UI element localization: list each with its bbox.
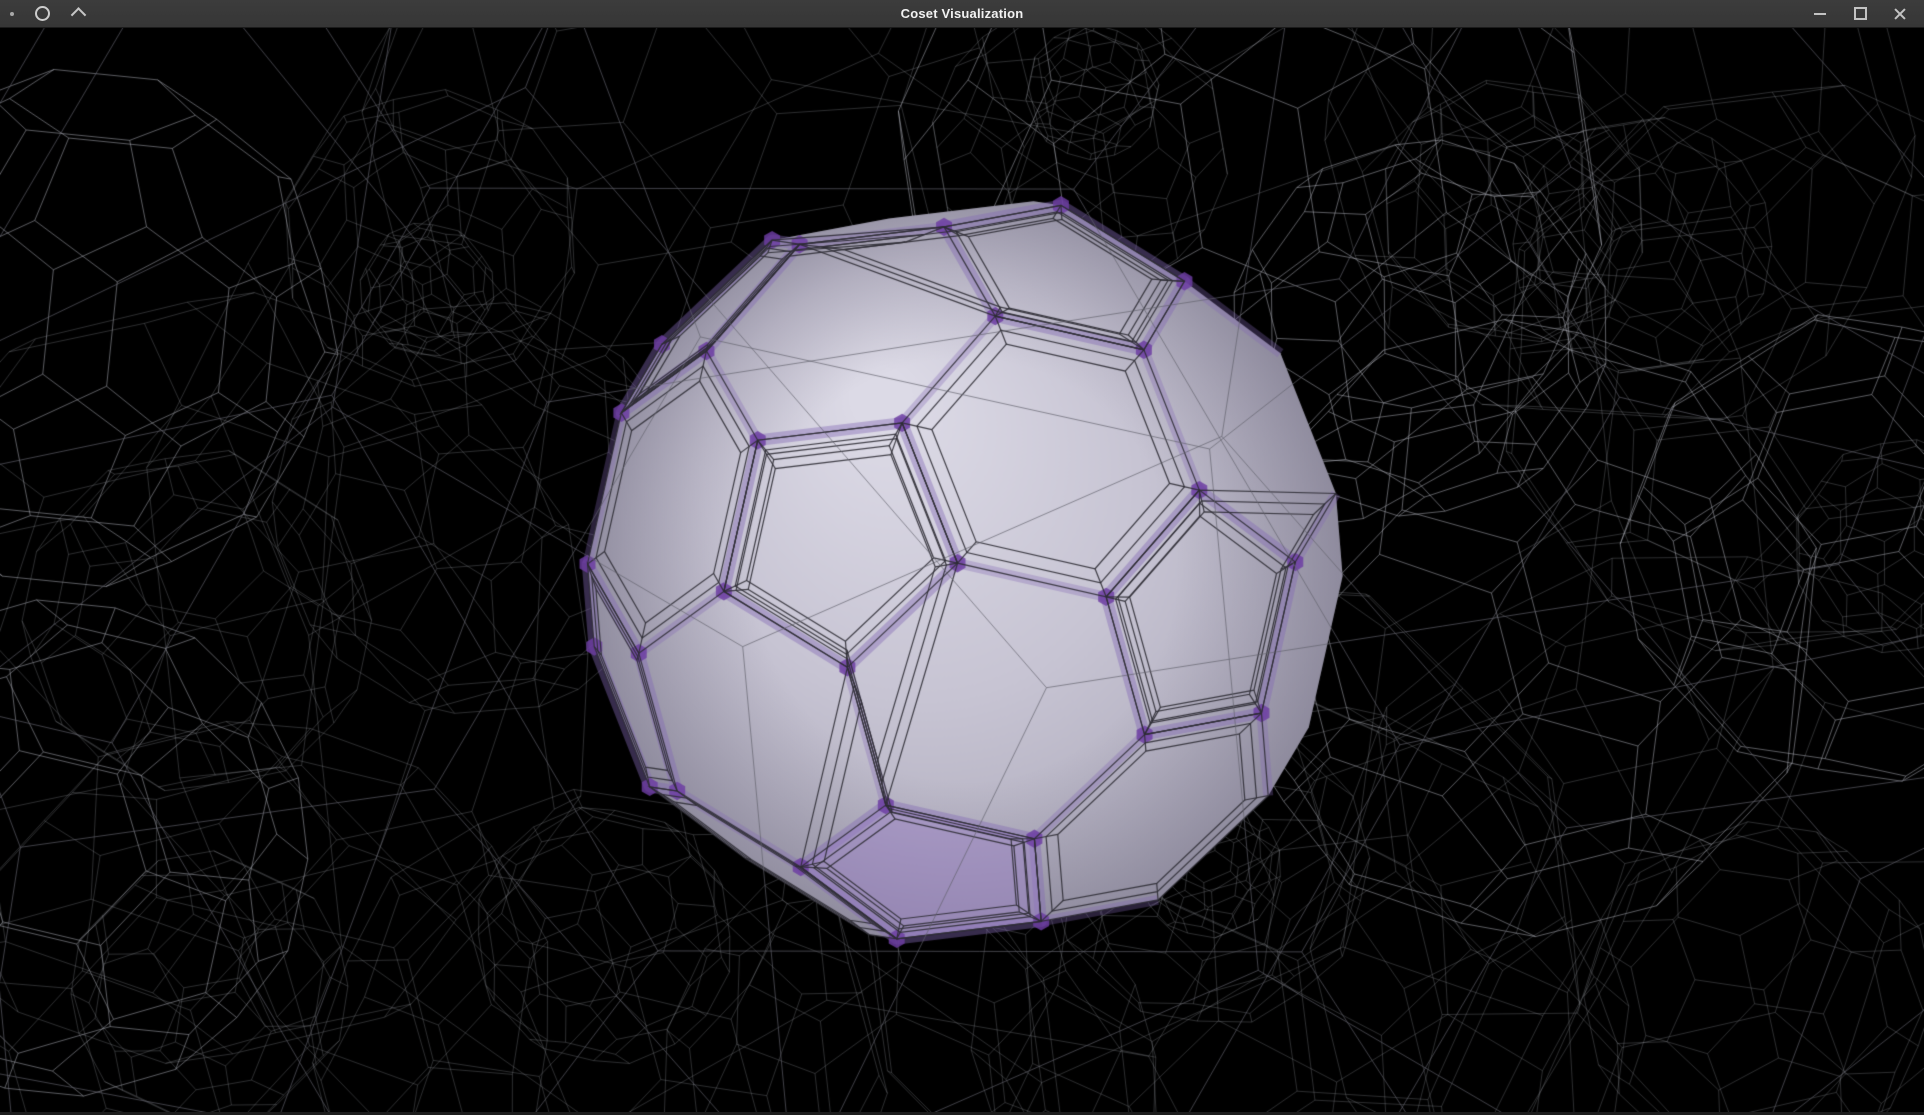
window-title: Coset Visualization — [0, 6, 1924, 21]
maximize-icon — [1854, 7, 1867, 20]
close-button[interactable] — [1892, 6, 1908, 22]
status-dot-icon — [10, 12, 14, 16]
titlebar[interactable]: Coset Visualization — [0, 0, 1924, 28]
titlebar-left-controls — [0, 0, 86, 27]
viewport-container — [0, 28, 1924, 1115]
3d-viewport[interactable] — [0, 28, 1924, 1112]
circle-icon[interactable] — [34, 6, 50, 22]
close-icon — [1893, 7, 1907, 21]
chevron-glyph — [70, 7, 86, 23]
circle-glyph — [35, 6, 50, 21]
chevron-up-icon[interactable] — [70, 6, 86, 22]
window-controls — [1812, 0, 1924, 27]
app-window: Coset Visualization — [0, 0, 1924, 1114]
minimize-button[interactable] — [1812, 6, 1828, 22]
maximize-button[interactable] — [1852, 6, 1868, 22]
minimize-icon — [1814, 13, 1826, 15]
